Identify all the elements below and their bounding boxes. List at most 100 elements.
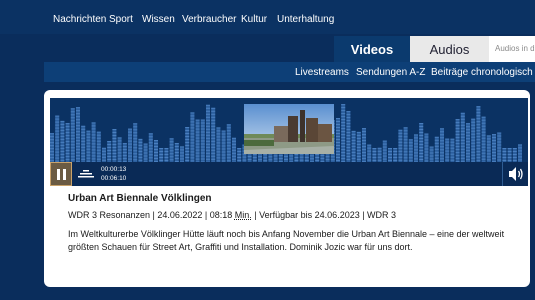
waveform-bar-stripe bbox=[200, 152, 205, 154]
waveform-bar-stripe bbox=[216, 145, 221, 147]
waveform-bar-stripe bbox=[206, 149, 210, 151]
waveform-bar-stripe bbox=[408, 154, 413, 156]
waveform-bar-stripe bbox=[91, 143, 96, 145]
waveform-bar-stripe bbox=[221, 154, 226, 156]
waveform-bar-stripe bbox=[434, 148, 439, 150]
waveform-bar-stripe bbox=[445, 144, 450, 146]
nav-verbraucher[interactable]: Verbraucher bbox=[182, 14, 236, 25]
waveform-bar-stripe bbox=[200, 128, 205, 130]
waveform-bar-stripe bbox=[341, 107, 346, 109]
waveform-bar-stripe bbox=[481, 140, 486, 142]
waveform-bar-stripe bbox=[502, 151, 507, 152]
waveform-bar-stripe bbox=[481, 158, 486, 160]
waveform-bar-stripe bbox=[206, 137, 210, 139]
waveform-bar-stripe bbox=[96, 155, 101, 157]
waveform-bar-stripe bbox=[408, 157, 413, 159]
waveform-bar-stripe bbox=[65, 126, 70, 128]
waveform-bar-stripe bbox=[346, 126, 351, 128]
waveform-bar-stripe bbox=[76, 122, 80, 124]
waveform-bar-stripe bbox=[76, 110, 80, 112]
waveform-bar-stripe bbox=[81, 158, 86, 160]
waveform-bar-stripe bbox=[481, 143, 486, 145]
tab-videos[interactable]: Videos bbox=[334, 36, 410, 62]
waveform-bar-stripe bbox=[367, 144, 372, 146]
waveform-bar-stripe bbox=[206, 140, 210, 142]
waveform-bar-stripe bbox=[481, 119, 486, 121]
waveform-bar-stripe bbox=[164, 160, 169, 161]
waveform-bar-stripe bbox=[50, 145, 54, 147]
waveform-bar-stripe bbox=[258, 159, 262, 161]
waveform-bar-stripe bbox=[122, 149, 127, 151]
waveform-bar-stripe bbox=[414, 134, 418, 136]
current-time: 00:00:13 bbox=[101, 166, 127, 173]
search-input[interactable]: Audios in d bbox=[489, 36, 535, 62]
waveform-bar-stripe bbox=[81, 134, 86, 136]
waveform-bar-stripe bbox=[450, 156, 455, 158]
waveform-bar-stripe bbox=[445, 147, 450, 149]
waveform-bar-stripe bbox=[216, 127, 221, 129]
waveform-bar-stripe bbox=[346, 135, 351, 137]
nav-unterhaltung[interactable]: Unterhaltung bbox=[277, 14, 334, 25]
subnav-sendungen-a-z[interactable]: Sendungen A-Z bbox=[356, 67, 426, 78]
waveform-bar-stripe bbox=[414, 140, 418, 142]
waveform-bar-stripe bbox=[367, 156, 372, 158]
nav-nachrichten[interactable]: Nachrichten bbox=[53, 14, 106, 25]
waveform-bar-stripe bbox=[471, 130, 476, 132]
waveform-bar-stripe bbox=[486, 144, 491, 146]
waveform-bar-stripe bbox=[252, 160, 257, 162]
waveform-bar-stripe bbox=[128, 152, 132, 154]
nav-kultur[interactable]: Kultur bbox=[241, 14, 267, 25]
waveform-bar-stripe bbox=[346, 138, 351, 140]
waveform-bar-stripe bbox=[226, 139, 231, 141]
waveform-bar-stripe bbox=[86, 145, 91, 147]
waveform-bar-stripe bbox=[336, 160, 340, 161]
waveform-bar-stripe bbox=[190, 151, 195, 153]
waveform-bar-stripe bbox=[512, 157, 517, 158]
waveform-bar-stripe bbox=[148, 148, 153, 150]
episode-title[interactable]: Urban Art Biennale Völklingen bbox=[68, 193, 212, 204]
waveform-bar-stripe bbox=[206, 146, 210, 148]
waveform-bar-stripe bbox=[169, 156, 174, 158]
subnav-beitraege-chronologisch[interactable]: Beiträge chronologisch bbox=[431, 67, 533, 78]
nav-wissen[interactable]: Wissen bbox=[142, 14, 175, 25]
nav-sport[interactable]: Sport bbox=[109, 14, 133, 25]
waveform-bar-stripe bbox=[377, 150, 382, 152]
waveform-bar-stripe bbox=[128, 149, 132, 151]
waveform-bar-stripe bbox=[518, 150, 522, 152]
subnav-livestreams[interactable]: Livestreams bbox=[295, 67, 349, 78]
waveform-bar-stripe bbox=[471, 124, 476, 126]
waveform-bar-stripe bbox=[76, 125, 80, 127]
pause-button[interactable] bbox=[50, 162, 72, 186]
waveform-bar-stripe bbox=[403, 154, 408, 156]
waveform-bar-stripe bbox=[128, 131, 132, 133]
waveform-bar-stripe bbox=[455, 131, 460, 133]
waveform-bar-stripe bbox=[195, 158, 200, 160]
waveform-bar-stripe bbox=[304, 159, 309, 161]
waveform-bar-stripe bbox=[55, 130, 60, 132]
waveform-bar-stripe bbox=[195, 134, 200, 136]
waveform-bar-stripe bbox=[216, 142, 221, 144]
waveform-bar-stripe bbox=[362, 134, 366, 136]
waveform-bar-stripe bbox=[206, 143, 210, 145]
tab-audios[interactable]: Audios bbox=[410, 36, 489, 62]
waveform-bar-stripe bbox=[273, 158, 278, 160]
volume-button[interactable] bbox=[502, 162, 528, 186]
waveform-bar-stripe bbox=[102, 159, 106, 161]
waveform-bar-stripe bbox=[356, 158, 361, 160]
waveform-bar-stripe bbox=[450, 144, 455, 146]
waveform-bar-stripe bbox=[382, 158, 387, 160]
waveform-bar-stripe bbox=[294, 157, 299, 158]
waveform-bar-stripe bbox=[76, 149, 80, 151]
waveform-bar-stripe bbox=[91, 158, 96, 160]
waveform-bar-stripe bbox=[455, 146, 460, 148]
waveform-bar bbox=[341, 104, 346, 162]
waveform-bar-stripe bbox=[133, 144, 138, 146]
waveform-bar-stripe bbox=[232, 149, 236, 151]
waveform-bar-stripe bbox=[341, 116, 346, 118]
waveform-bar bbox=[440, 128, 444, 162]
waveform-bar-stripe bbox=[195, 131, 200, 133]
waveform-bar-stripe bbox=[414, 143, 418, 145]
waveform-bar-stripe bbox=[393, 157, 398, 158]
waveform-bar-stripe bbox=[190, 133, 195, 135]
waveform-bar-stripe bbox=[263, 154, 268, 156]
